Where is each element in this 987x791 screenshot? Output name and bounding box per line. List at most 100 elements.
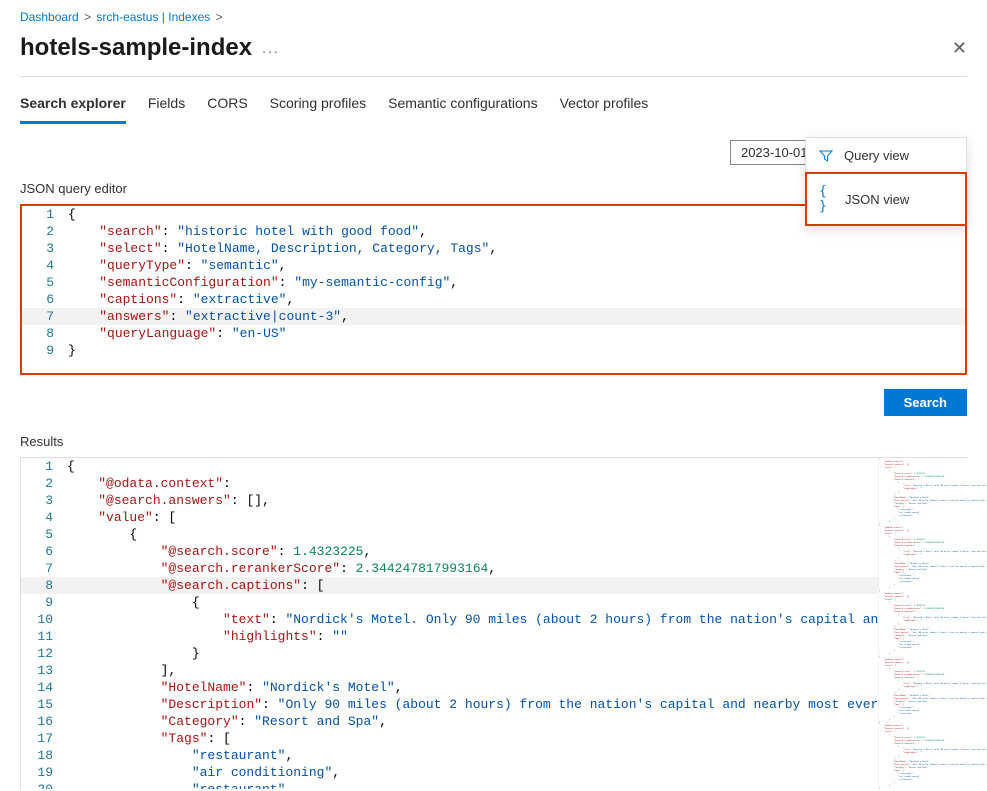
results-label: Results [0,426,987,453]
breadcrumb-resource[interactable]: srch-eastus | Indexes [96,10,210,24]
tab-semantic-configurations[interactable]: Semantic configurations [388,89,537,124]
code-content: "Tags": [ [67,730,966,747]
code-line[interactable]: 10 "text": "Nordick's Motel. Only 90 mil… [21,611,966,628]
code-content: "select": "HotelName, Description, Categ… [68,240,965,257]
code-line[interactable]: 8 "@search.captions": [ [21,577,966,594]
line-number: 10 [21,611,67,628]
code-line[interactable]: 2 "@odata.context": [21,475,966,492]
results-viewer[interactable]: 1{2 "@odata.context":3 "@search.answers"… [20,457,967,789]
line-number: 3 [22,240,68,257]
code-content: "highlights": "" [67,628,966,645]
close-icon[interactable]: ✕ [952,38,967,59]
content-scroll[interactable]: Search explorer Fields CORS Scoring prof… [0,77,987,789]
line-number: 1 [22,206,68,223]
code-line[interactable]: 5 { [21,526,966,543]
line-number: 3 [21,492,67,509]
code-content: { [67,594,966,611]
code-content: "Category": "Resort and Spa", [67,713,966,730]
tab-vector-profiles[interactable]: Vector profiles [560,89,649,124]
code-line[interactable]: 16 "Category": "Resort and Spa", [21,713,966,730]
code-content: "Description": "Only 90 miles (about 2 h… [67,696,966,713]
code-content: "@search.rerankerScore": 2.3442478179931… [67,560,966,577]
code-line[interactable]: 3 "select": "HotelName, Description, Cat… [22,240,965,257]
code-line[interactable]: 18 "restaurant", [21,747,966,764]
code-content: "@search.answers": [], [67,492,966,509]
code-content: "semanticConfiguration": "my-semantic-co… [68,274,965,291]
code-line[interactable]: 3 "@search.answers": [], [21,492,966,509]
code-line[interactable]: 13 ], [21,662,966,679]
line-number: 9 [21,594,67,611]
view-item-query[interactable]: Query view [806,138,966,173]
search-row: Search [0,375,987,426]
code-line[interactable]: 5 "semanticConfiguration": "my-semantic-… [22,274,965,291]
line-number: 19 [21,764,67,781]
line-number: 11 [21,628,67,645]
minimap[interactable]: { "@odata.context": "@search.answers": [… [878,458,986,789]
code-line[interactable]: 9 { [21,594,966,611]
code-line[interactable]: 19 "air conditioning", [21,764,966,781]
view-menu: Query view { } JSON view [805,137,967,226]
code-content: "value": [ [67,509,966,526]
code-line[interactable]: 17 "Tags": [ [21,730,966,747]
code-content: "air conditioning", [67,764,966,781]
code-line[interactable]: 6 "@search.score": 1.4323225, [21,543,966,560]
breadcrumb-dashboard[interactable]: Dashboard [20,10,79,24]
code-content: } [68,342,965,359]
code-line[interactable]: 8 "queryLanguage": "en-US" [22,325,965,342]
line-number: 4 [21,509,67,526]
code-line[interactable]: 11 "highlights": "" [21,628,966,645]
page-header: hotels-sample-index ... ✕ [0,28,987,76]
page-title: hotels-sample-index [20,34,252,62]
line-number: 5 [21,526,67,543]
line-number: 20 [21,781,67,789]
code-line[interactable]: 6 "captions": "extractive", [22,291,965,308]
more-icon[interactable]: ... [262,40,280,56]
view-item-label: JSON view [845,192,909,207]
line-number: 17 [21,730,67,747]
code-content: "queryLanguage": "en-US" [68,325,965,342]
line-number: 7 [21,560,67,577]
code-line[interactable]: 12 } [21,645,966,662]
view-item-label: Query view [844,148,909,163]
view-item-json[interactable]: { } JSON view [805,172,967,226]
code-content: "@odata.context": [67,475,966,492]
line-number: 18 [21,747,67,764]
code-content: { [67,458,966,475]
code-content: { [67,526,966,543]
tab-fields[interactable]: Fields [148,89,185,124]
code-line[interactable]: 1{ [21,458,966,475]
line-number: 8 [21,577,67,594]
code-line[interactable]: 14 "HotelName": "Nordick's Motel", [21,679,966,696]
json-query-editor[interactable]: 1{2 "search": "historic hotel with good … [20,204,967,375]
code-content: "@search.captions": [ [67,577,966,594]
line-number: 15 [21,696,67,713]
line-number: 12 [21,645,67,662]
breadcrumb-sep: > [216,10,223,24]
code-line[interactable]: 7 "answers": "extractive|count-3", [22,308,965,325]
line-number: 13 [21,662,67,679]
line-number: 5 [22,274,68,291]
tab-cors[interactable]: CORS [207,89,247,124]
line-number: 6 [21,543,67,560]
code-line[interactable]: 20 "restaurant" [21,781,966,789]
line-number: 14 [21,679,67,696]
tab-scoring-profiles[interactable]: Scoring profiles [270,89,367,124]
code-line[interactable]: 7 "@search.rerankerScore": 2.34424781799… [21,560,966,577]
code-content: "HotelName": "Nordick's Motel", [67,679,966,696]
search-button[interactable]: Search [884,389,967,416]
code-line[interactable]: 15 "Description": "Only 90 miles (about … [21,696,966,713]
line-number: 2 [22,223,68,240]
code-content: "restaurant", [67,747,966,764]
code-line[interactable]: 4 "value": [ [21,509,966,526]
code-content: "answers": "extractive|count-3", [68,308,965,325]
tab-search-explorer[interactable]: Search explorer [20,89,126,124]
code-content: ], [67,662,966,679]
breadcrumb-sep: > [84,10,91,24]
code-content: "@search.score": 1.4323225, [67,543,966,560]
line-number: 1 [21,458,67,475]
code-line[interactable]: 4 "queryType": "semantic", [22,257,965,274]
code-line[interactable]: 9} [22,342,965,359]
line-number: 7 [22,308,68,325]
braces-icon: { } [819,184,835,214]
code-content: } [67,645,966,662]
